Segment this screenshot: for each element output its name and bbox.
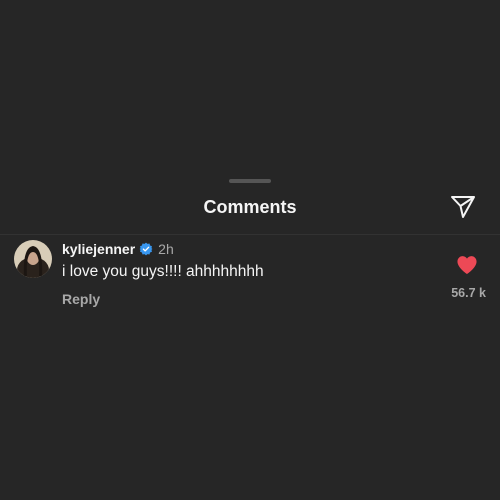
comment-text: i love you guys!!!! ahhhhhhhh — [62, 263, 264, 280]
comment-header: kyliejenner 2h — [62, 240, 174, 258]
header-divider — [0, 234, 500, 235]
verified-badge-icon — [139, 242, 153, 256]
like-button[interactable] — [456, 255, 478, 275]
like-count: 56.7 k — [451, 286, 486, 300]
paper-plane-icon — [451, 196, 475, 218]
comment-timestamp: 2h — [158, 241, 174, 257]
sheet-title: Comments — [203, 197, 297, 217]
reply-button[interactable]: Reply — [62, 291, 100, 307]
sheet-drag-handle[interactable] — [229, 179, 271, 183]
heart-filled-icon — [457, 256, 477, 275]
avatar[interactable] — [14, 240, 52, 278]
share-button[interactable] — [448, 192, 478, 222]
comment-username[interactable]: kyliejenner — [62, 241, 135, 257]
